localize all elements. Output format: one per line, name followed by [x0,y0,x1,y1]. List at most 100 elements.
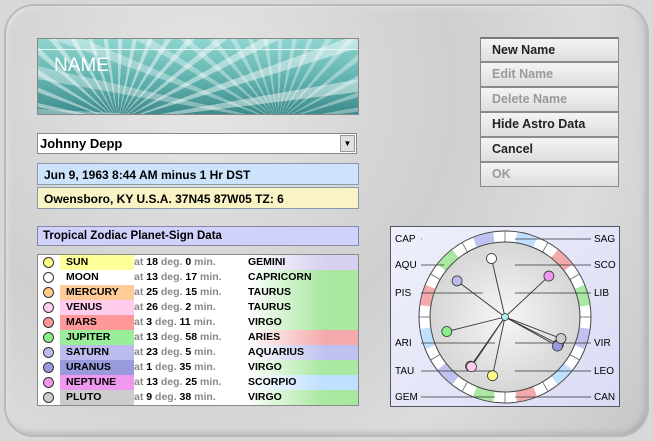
degree-value: 3 [146,316,153,328]
sign-arc [472,386,495,402]
min-label: min. [193,316,216,328]
minute-value: 58 [185,331,198,343]
sign-arc [515,232,538,248]
deg-label: deg. [160,286,183,298]
minute-value: 25 [185,376,198,388]
planet-dot-icon [43,317,54,328]
planet-name: MARS [60,315,134,330]
planet-dot-icon [43,392,54,403]
planet-name: SUN [60,255,134,270]
planet-marker [486,253,497,264]
degree-value: 13 [146,271,158,283]
min-label: min. [194,256,216,268]
planet-dot-cell [38,315,58,330]
planet-dot-icon [43,257,54,268]
planet-name: JUPITER [60,330,134,345]
at-label: at [134,301,144,313]
dropdown-arrow-icon[interactable]: ▼ [340,135,355,152]
min-label: min. [194,346,216,358]
cancel-button[interactable]: Cancel [480,137,619,162]
planet-name: NEPTUNE [60,375,134,390]
planet-row: MOON at 13 deg. 17 min. CAPRICORN [38,270,358,285]
sign-label-left: TAU [395,366,414,377]
minute-value: 38 [179,391,192,403]
planet-row: SATURN at 23 deg. 5 min. AQUARIUS [38,345,358,360]
edit-name-button[interactable]: Edit Name [480,62,619,87]
planet-dot-cell [38,375,58,390]
sign-label-right: SAG [594,234,615,245]
planet-position: at 13 deg. 17 min. [134,270,246,285]
sign-label-right: VIR [594,338,611,349]
deg-label: deg. [155,391,177,403]
sign-label-right: SCO [594,260,616,271]
planet-sign: VIRGO [246,390,358,405]
planet-name: MERCURY [60,285,134,300]
at-label: at [134,286,144,298]
planet-marker [555,333,567,344]
planet-name: PLUTO [60,390,134,405]
minute-value: 0 [185,256,192,268]
banner-title: NAME [54,55,109,76]
sign-arc [574,327,590,350]
planet-marker [543,270,555,282]
planet-dot-icon [43,287,54,298]
name-select[interactable]: Johnny Depp ▼ [37,133,357,154]
planet-sign: CAPRICORN [246,270,358,285]
planet-row: MARS at 3 deg. 11 min. VIRGO [38,315,358,330]
minute-value: 17 [185,271,198,283]
delete-name-button[interactable]: Delete Name [480,87,619,112]
planet-row: SUN at 18 deg. 0 min. GEMINI [38,255,358,270]
planet-sign: VIRGO [246,360,358,375]
minute-value: 15 [185,286,198,298]
planet-name: URANUS [60,360,134,375]
planet-name: VENUS [60,300,134,315]
planet-position: at 26 deg. 2 min. [134,300,246,315]
planet-dot-icon [43,272,54,283]
planet-sign: ARIES [246,330,358,345]
planet-name: MOON [60,270,134,285]
degree-value: 1 [146,361,153,373]
planet-position: at 9 deg. 38 min. [134,390,246,405]
planet-position: at 13 deg. 58 min. [134,330,246,345]
planet-dot-cell [38,360,58,375]
name-banner: NAME [37,38,359,115]
deg-label: deg. [160,346,183,358]
planet-sign: TAURUS [246,300,358,315]
at-label: at [134,391,144,403]
planet-row: JUPITER at 13 deg. 58 min. ARIES [38,330,358,345]
minute-value: 2 [185,301,192,313]
at-label: at [134,376,144,388]
planet-position: at 1 deg. 35 min. [134,360,246,375]
planet-sign: TAURUS [246,285,358,300]
planet-marker [441,326,453,337]
deg-label: deg. [160,301,183,313]
planet-row: NEPTUNE at 13 deg. 25 min. SCORPIO [38,375,358,390]
sign-arc [515,386,538,402]
at-label: at [134,361,144,373]
deg-label: deg. [160,256,183,268]
planet-row: PLUTO at 9 deg. 38 min. VIRGO [38,390,358,405]
hide-astro-data-button[interactable]: Hide Astro Data [480,112,619,137]
at-label: at [134,256,144,268]
planet-dot-cell [38,300,58,315]
sign-label-left: PIS [395,288,411,299]
zodiac-wheel-svg: CAP AQU PIS ARI TAU GEM SAG SCO LIB VIR LEO CAN [395,230,616,404]
sign-label-left: GEM [395,392,418,403]
birth-place: Owensboro, KY U.S.A. 37N45 87W05 TZ: 6 [37,187,359,209]
planet-dot-cell [38,330,58,345]
new-name-button[interactable]: New Name [480,37,619,62]
planet-dot-icon [43,347,54,358]
planet-sign: GEMINI [246,255,358,270]
planet-row: MERCURY at 25 deg. 15 min. TAURUS [38,285,358,300]
at-label: at [134,346,144,358]
ok-button[interactable]: OK [480,162,619,187]
min-label: min. [194,301,216,313]
deg-label: deg. [160,331,183,343]
planet-marker [466,361,477,373]
banner-rule [38,49,358,50]
degree-value: 13 [146,331,158,343]
min-label: min. [194,391,216,403]
planet-position: at 23 deg. 5 min. [134,345,246,360]
sign-label-left: ARI [395,338,412,349]
planet-dot-cell [38,255,58,270]
